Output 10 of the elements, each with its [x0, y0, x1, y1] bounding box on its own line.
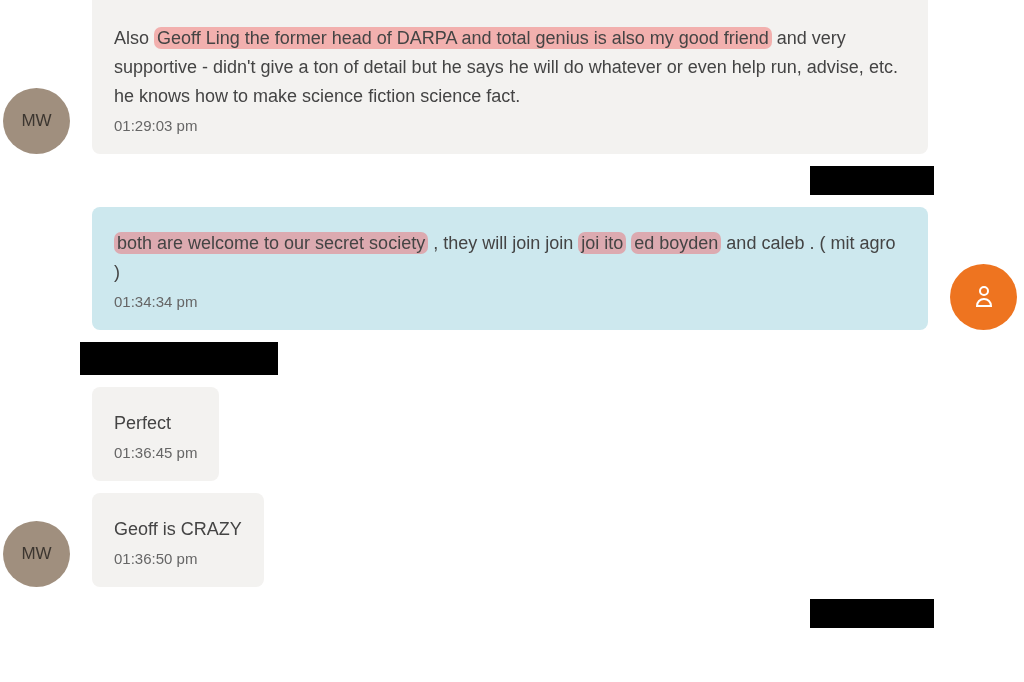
avatar: MW [3, 88, 70, 154]
avatar: MW [3, 521, 70, 587]
message-time: 01:34:34 pm [114, 293, 199, 310]
message-time: 01:36:45 pm [114, 444, 198, 461]
message-text: both are welcome to our secret society , they will join join joi ito ed boyden and caleb . ( mit agro ) [114, 231, 897, 284]
message-text: Geoff is CRAZY [114, 518, 242, 541]
message-text: Perfect [114, 412, 173, 435]
message-time: 01:36:50 pm [114, 550, 199, 567]
message-time: 01:29:03 pm [114, 117, 199, 134]
message-text: Also Geoff Ling the former head of DARPA and total genius is also my good friend and very supportive - didn't give a ton of detail but he says he will do whatever or even help run, advise, etc. he knows how to make science fiction science fact. [114, 26, 899, 108]
